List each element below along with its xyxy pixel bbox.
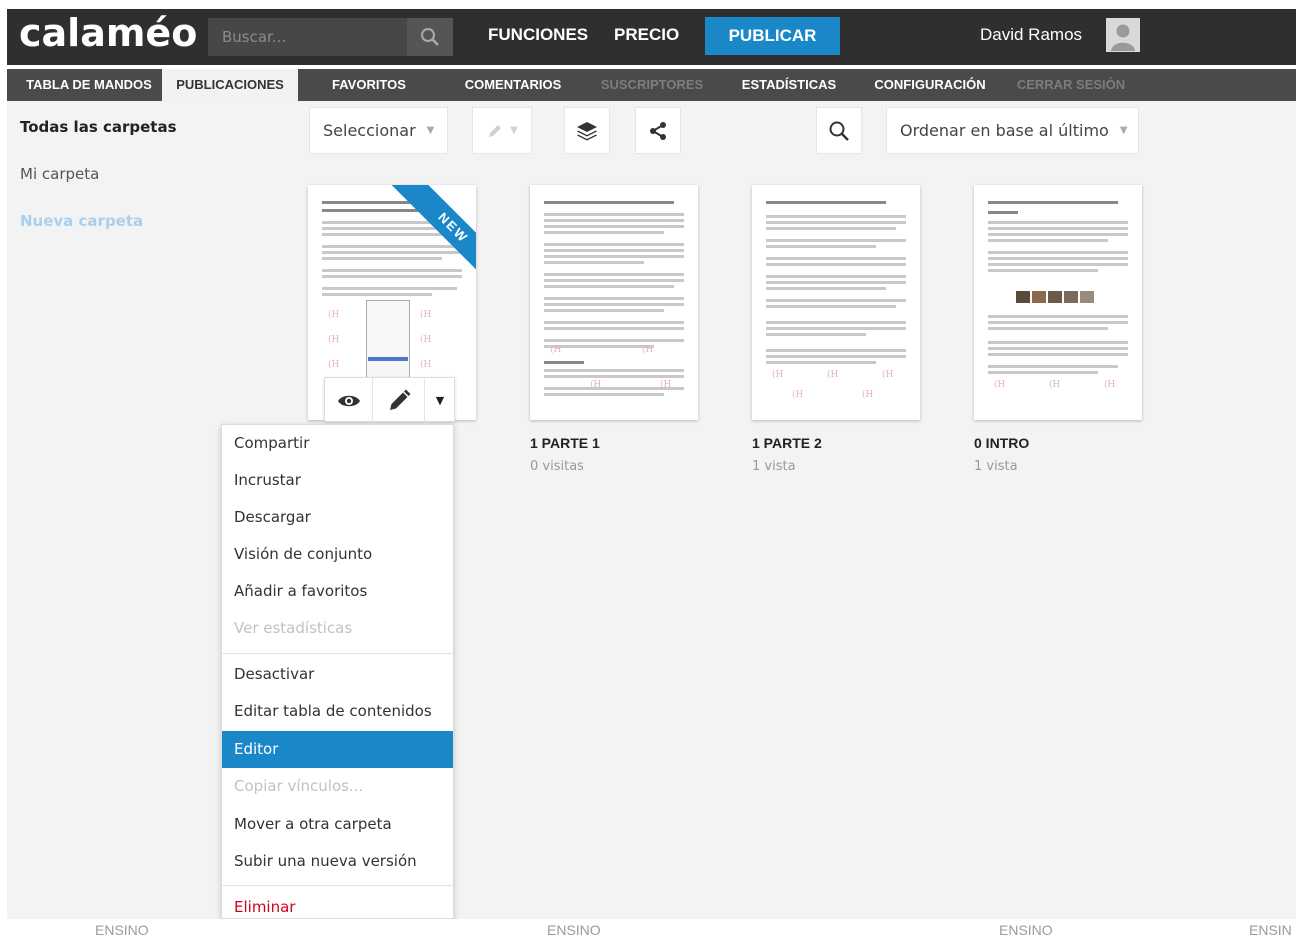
- search-publications-button[interactable]: [816, 107, 862, 154]
- menu-item-add-favorites[interactable]: Añadir a favoritos: [222, 573, 453, 610]
- menu-item-upload-version[interactable]: Subir una nueva versión: [222, 843, 453, 880]
- publication-views: 1 vista: [752, 459, 796, 474]
- edit-dropdown-button[interactable]: ▼: [472, 107, 532, 154]
- select-dropdown[interactable]: Seleccionar ▼: [309, 107, 448, 154]
- more-options-button[interactable]: ▼: [425, 378, 455, 423]
- menu-item-download[interactable]: Descargar: [222, 499, 453, 536]
- folder-all[interactable]: Todas las carpetas: [20, 118, 177, 136]
- caret-down-icon: ▼: [510, 125, 518, 136]
- folder-new-folder[interactable]: Nueva carpeta: [20, 212, 143, 230]
- account-tabs-bar: TABLA DE MANDOS PUBLICACIONES FAVORITOS …: [7, 69, 1296, 101]
- user-avatar-icon: [1106, 18, 1140, 52]
- share-button[interactable]: [635, 107, 681, 154]
- search-icon: [829, 121, 849, 141]
- nav-features-link[interactable]: FUNCIONES: [488, 9, 588, 65]
- select-label: Seleccionar: [323, 121, 416, 140]
- menu-item-move-folder[interactable]: Mover a otra carpeta: [222, 806, 453, 843]
- layers-button[interactable]: [564, 107, 610, 154]
- menu-item-edit-toc[interactable]: Editar tabla de contenidos: [222, 693, 453, 730]
- top-navigation-bar: calaméo FUNCIONES PRECIO PUBLICAR David …: [7, 9, 1296, 65]
- publication-title[interactable]: 1 PARTE 1: [530, 435, 600, 451]
- tab-settings[interactable]: CONFIGURACIÓN: [866, 69, 994, 101]
- footer-label: ENSINO: [547, 922, 601, 938]
- search-button[interactable]: [407, 18, 453, 56]
- nav-pricing-link[interactable]: PRECIO: [614, 9, 679, 65]
- tab-subscribers[interactable]: SUSCRIPTORES: [590, 69, 714, 101]
- search-icon: [421, 28, 439, 46]
- user-name[interactable]: David Ramos: [980, 9, 1082, 61]
- menu-item-overview[interactable]: Visión de conjunto: [222, 536, 453, 573]
- footer-strip: ENSINO ENSINO ENSINO ENSIN: [0, 919, 1296, 939]
- publication-title[interactable]: 1 PARTE 2: [752, 435, 822, 451]
- menu-item-deactivate[interactable]: Desactivar: [222, 656, 453, 693]
- search-box: [208, 18, 453, 56]
- calameo-logo[interactable]: calaméo: [19, 11, 197, 55]
- tab-dashboard[interactable]: TABLA DE MANDOS: [21, 69, 157, 101]
- menu-item-view-statistics[interactable]: Ver estadísticas: [222, 610, 453, 647]
- footer-label: ENSINO: [999, 922, 1053, 938]
- menu-divider: [222, 885, 453, 886]
- tab-favorites[interactable]: FAVORITOS: [318, 69, 420, 101]
- publication-title[interactable]: 0 INTRO: [974, 435, 1029, 451]
- menu-item-embed[interactable]: Incrustar: [222, 462, 453, 499]
- publications-area: Todas las carpetas Mi carpeta Nueva carp…: [7, 101, 1296, 919]
- edit-button[interactable]: [373, 378, 425, 423]
- publication-thumbnail[interactable]: (H (H (H: [974, 185, 1142, 420]
- tab-publications[interactable]: PUBLICACIONES: [162, 69, 298, 101]
- sort-label: Ordenar en base al último: [900, 121, 1109, 140]
- avatar[interactable]: [1106, 18, 1140, 52]
- layers-icon: [577, 121, 597, 140]
- caret-down-icon: ▼: [435, 394, 445, 407]
- publication-views: 0 visitas: [530, 459, 584, 474]
- footer-label: ENSINO: [95, 922, 149, 938]
- menu-item-share[interactable]: Compartir: [222, 425, 453, 462]
- folder-my-folder[interactable]: Mi carpeta: [20, 165, 99, 183]
- publish-button[interactable]: PUBLICAR: [705, 17, 840, 55]
- publication-context-menu: Compartir Incrustar Descargar Visión de …: [221, 424, 454, 919]
- publication-thumbnail[interactable]: (H (H (H (H: [530, 185, 698, 420]
- tab-statistics[interactable]: ESTADÍSTICAS: [734, 69, 844, 101]
- sort-dropdown[interactable]: Ordenar en base al último ▼: [886, 107, 1139, 154]
- footer-label: ENSIN: [1249, 922, 1292, 938]
- tab-logout[interactable]: CERRAR SESIÓN: [1011, 69, 1131, 101]
- caret-down-icon: ▼: [1119, 125, 1128, 136]
- pencil-icon: [389, 389, 410, 410]
- view-button[interactable]: [325, 378, 373, 423]
- publication-thumbnail[interactable]: (H (H (H (H (H: [752, 185, 920, 420]
- menu-item-editor[interactable]: Editor: [222, 731, 453, 768]
- tab-comments[interactable]: COMENTARIOS: [452, 69, 574, 101]
- menu-item-delete[interactable]: Eliminar: [222, 889, 453, 918]
- search-input[interactable]: [208, 18, 408, 56]
- share-icon: [650, 121, 666, 140]
- caret-down-icon: ▼: [426, 125, 435, 136]
- pencil-icon: [489, 124, 502, 137]
- publication-views: 1 vista: [974, 459, 1018, 474]
- menu-divider: [222, 653, 453, 654]
- publication-action-bar: ▼: [324, 377, 455, 423]
- eye-icon: [337, 395, 360, 406]
- menu-item-copy-links[interactable]: Copiar vínculos...: [222, 768, 453, 805]
